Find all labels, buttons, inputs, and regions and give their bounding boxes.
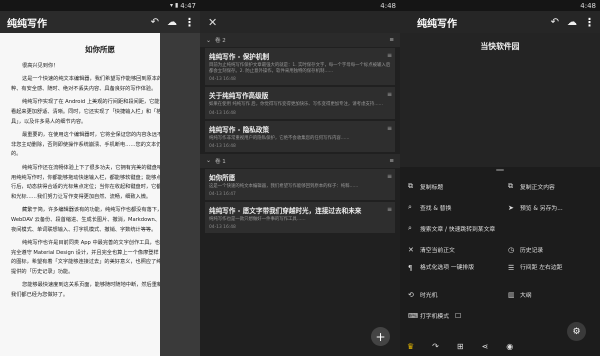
drag-handle-icon[interactable]: ≡ (389, 37, 394, 43)
copy-text-icon: ⧉ (508, 182, 513, 190)
menu-history[interactable]: ◷ 历史记录 (508, 245, 543, 255)
app-title: 纯纯写作 (7, 18, 47, 30)
volume-header[interactable]: ⌄ 卷 1 ≡ (200, 153, 400, 168)
add-box-icon[interactable]: ⊞ (457, 342, 464, 351)
menu-copy-text[interactable]: ⧉ 复制正文内容 (508, 182, 555, 191)
cloud-off-icon[interactable]: ☁ (567, 17, 577, 28)
status-bar: ▾ ▮ 4:47 (0, 0, 200, 11)
menu-find-replace[interactable]: ⌕ 查找 & 替换 (408, 203, 451, 212)
close-icon[interactable]: ✕ (208, 16, 217, 29)
status-time: 4:48 (380, 1, 396, 10)
editor-toolbar: 纯纯写作 ↶ ☁ ⋮ (400, 11, 600, 33)
palette-icon[interactable]: ◉ (506, 342, 513, 351)
list-toolbar: ✕ (200, 11, 400, 33)
drag-handle-icon[interactable]: ≡ (389, 158, 394, 164)
clear-icon: ✕ (408, 245, 414, 254)
copy-title-icon: ⧉ (408, 182, 413, 190)
app-title: 纯纯写作 (417, 18, 457, 30)
menu-spacing[interactable]: ☰ 行间距 左右边距 (508, 265, 596, 272)
document-title: 当快软件园 (480, 42, 520, 51)
more-menu-icon[interactable]: ⋮ (584, 16, 595, 29)
redo-icon[interactable]: ↷ (432, 342, 439, 351)
article-card[interactable]: 纯纯写作 - 隐私政策 纯纯写作非常重视用户的隐私保护，它绝不会收集您的任何写作… (205, 120, 395, 152)
sheet-handle[interactable] (496, 169, 504, 171)
find-replace-icon: ⌕ (408, 203, 412, 211)
article-card[interactable]: 关于纯纯写作高级版 如果在使用 纯纯写作 后，你觉得写作变得更加快乐、写作变得更… (205, 87, 395, 119)
preview-share-icon: ➤ (508, 203, 514, 212)
typewriter-icon: ⌨ (408, 311, 419, 320)
undo-icon[interactable]: ↶ (551, 17, 559, 28)
checkbox-icon[interactable]: ☐ (455, 312, 461, 320)
article-card[interactable]: 纯纯写作 - 保护机制 目前为止纯纯写作保护文章最强大的就是：1. 实时保存文字… (205, 48, 395, 86)
share-icon[interactable]: ⋖ (482, 342, 489, 351)
undo-icon[interactable]: ↶ (151, 17, 159, 28)
cloud-off-icon[interactable]: ☁ (167, 17, 177, 28)
more-menu-icon[interactable]: ⋮ (184, 16, 195, 29)
drag-handle-icon[interactable]: ≡ (387, 206, 392, 213)
drag-handle-icon[interactable]: ≡ (387, 91, 392, 98)
dimmed-editor-strip (160, 33, 200, 356)
article-card[interactable]: 纯纯写作 - 愿文字带我们穿越时光，连接过去和未来 纯纯写作也是一款只想做好一件… (205, 202, 395, 234)
search-text-icon: ⌕ (408, 224, 412, 232)
menu-timemachine[interactable]: ⟲ 时光机 (408, 290, 437, 300)
status-time: 4:47 (180, 1, 196, 10)
chevron-down-icon: ⌄ (206, 36, 212, 44)
wifi-icon: ▾ (169, 2, 173, 9)
drag-handle-icon[interactable]: ≡ (387, 52, 392, 59)
menu-clear-text[interactable]: ✕ 清空当前正文 (408, 245, 455, 255)
align-icon: ☰ (508, 264, 515, 272)
battery-icon: ▮ (174, 2, 179, 9)
settings-fab[interactable]: ⚙ (567, 322, 586, 341)
menu-search-articles[interactable]: ⌕ 搜索文章 / 快速跳转到某文章 (408, 224, 495, 233)
crown-icon[interactable]: ♛ (407, 342, 414, 351)
article-card[interactable]: 如你所愿 这是一个快速的纯文本编辑器，我们希望写作能够回到原本的样子：纯粹…… … (205, 168, 395, 201)
menu-copy-title[interactable]: ⧉ 复制标题 (408, 182, 443, 191)
outline-icon: ▥ (508, 290, 515, 299)
menu-typewriter[interactable]: ⌨ 打字机模式 ☐ (408, 311, 461, 321)
history-icon: ◷ (508, 245, 515, 254)
status-bar: 4:48 (200, 0, 400, 11)
menu-format[interactable]: ¶ 格式化选项 一键排版 (408, 265, 500, 272)
chevron-down-icon: ⌄ (206, 157, 212, 165)
status-time: 4:48 (580, 1, 596, 10)
editor-toolbar: 纯纯写作 ↶ ☁ ⋮ (0, 11, 200, 33)
volume-header[interactable]: ⌄ 卷 2 ≡ (200, 33, 400, 47)
article-list-panel: 4:48 ✕ ⌄ 卷 2 ≡ 纯纯写作 - 保护机制 目前为止纯纯写作保护文章最… (200, 0, 400, 356)
format-icon: ¶ (408, 264, 413, 272)
menu-preview-save[interactable]: ➤ 预览 & 另存为... (508, 203, 563, 213)
drag-handle-icon[interactable]: ≡ (387, 173, 392, 180)
add-article-fab[interactable]: + (371, 327, 390, 346)
drag-handle-icon[interactable]: ≡ (387, 125, 392, 132)
timemachine-icon: ⟲ (408, 290, 414, 299)
status-bar: 4:48 (400, 0, 600, 11)
menu-outline[interactable]: ▥ 大纲 (508, 290, 532, 300)
